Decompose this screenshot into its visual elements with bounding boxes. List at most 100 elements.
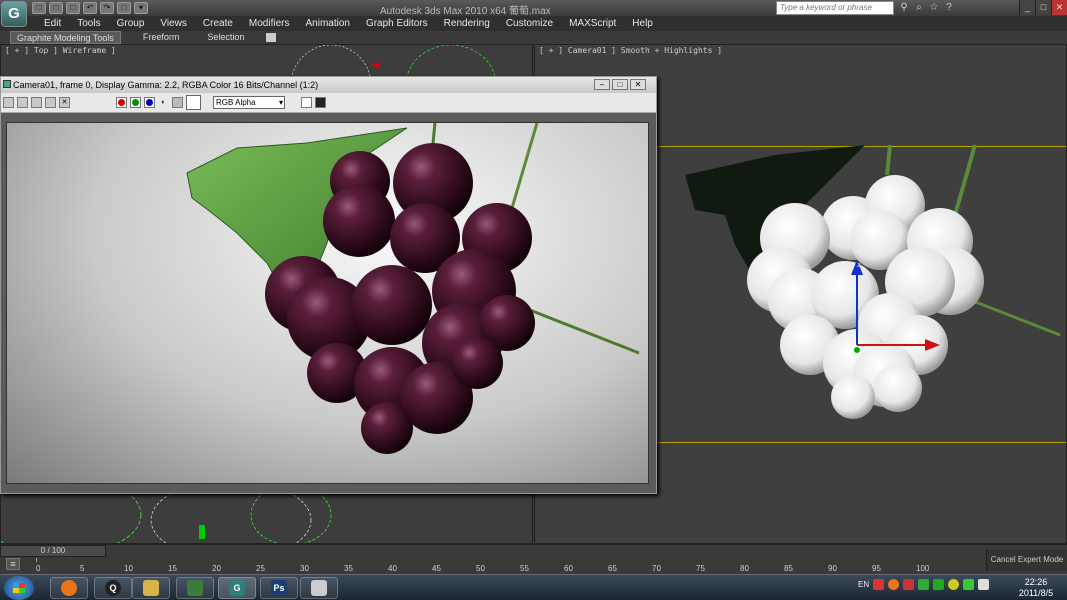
render-window-controls: – □ ✕ (594, 79, 646, 90)
clock-time: 22:26 (1024, 577, 1048, 587)
viewport-bottom-left[interactable] (0, 494, 533, 544)
system-tray: EN (858, 579, 990, 590)
rendered-frame-window[interactable]: Camera01, frame 0, Display Gamma: 2.2, R… (0, 76, 657, 494)
clone-window-icon[interactable] (17, 97, 28, 108)
menu-edit[interactable]: Edit (36, 16, 69, 31)
minimize-button[interactable]: _ (1019, 0, 1035, 15)
project-folder-button[interactable]: □ (117, 2, 131, 14)
menu-customize[interactable]: Customize (498, 16, 561, 31)
folder-icon (143, 580, 159, 596)
timeline-track[interactable]: 0 5 10 15 20 25 30 35 40 45 50 55 60 65 … (36, 558, 982, 574)
favorites-star-icon[interactable]: ☆ (928, 2, 940, 14)
app-title: Autodesk 3ds Max 2010 x64 葡萄.max (380, 6, 551, 17)
tick-label: 55 (520, 564, 529, 573)
language-indicator[interactable]: EN (858, 580, 869, 589)
taskbar-network-app[interactable] (176, 577, 214, 599)
tray-shield-icon[interactable] (918, 579, 930, 590)
taskbar-explorer[interactable] (132, 577, 170, 599)
tick-label: 95 (872, 564, 881, 573)
quick-access-toolbar: □ □ □ ↶ ↷ □ ▾ (32, 2, 148, 14)
taskbar-qq[interactable]: Q (94, 577, 132, 599)
toggle-ui-icon[interactable] (315, 97, 326, 108)
photoshop-icon: Ps (271, 580, 287, 596)
save-image-icon[interactable] (3, 97, 14, 108)
toggle-ui-overlay-icon[interactable] (301, 97, 312, 108)
blue-channel-toggle[interactable] (144, 97, 155, 108)
taskbar-firefox[interactable] (50, 577, 88, 599)
render-window-maximize-button[interactable]: □ (612, 79, 628, 90)
3dsmax-icon: G (229, 580, 245, 596)
tick-label: 85 (784, 564, 793, 573)
render-window-toolbar: ✕ ◐ RGB Alpha (1, 93, 656, 113)
new-file-button[interactable]: □ (32, 2, 46, 14)
viewport-top[interactable]: [ + ] Top ] Wireframe ] (0, 44, 533, 78)
menu-animation[interactable]: Animation (297, 16, 357, 31)
color-swatch[interactable] (186, 95, 201, 110)
undo-button[interactable]: ↶ (83, 2, 97, 14)
tick-label: 100 (916, 564, 930, 573)
red-channel-toggle[interactable] (116, 97, 127, 108)
axis-label-z: z (857, 262, 861, 269)
monochrome-toggle[interactable] (172, 97, 183, 108)
tray-network-icon[interactable] (933, 579, 945, 590)
ribbon-toggle-button[interactable] (266, 33, 277, 42)
render-window-close-button[interactable]: ✕ (630, 79, 646, 90)
tick-label: 20 (212, 564, 221, 573)
compare-icon[interactable] (31, 97, 42, 108)
taskbar-clock[interactable]: 22:26 2011/8/5 (1008, 577, 1064, 599)
timeline: 0 / 100 ≡ 0 5 10 15 20 25 30 35 40 45 50… (0, 544, 1067, 574)
tab-graphite-modeling-tools[interactable]: Graphite Modeling Tools (10, 31, 121, 44)
tick-label: 65 (608, 564, 617, 573)
menu-group[interactable]: Group (109, 16, 153, 31)
start-button[interactable] (4, 576, 34, 600)
clear-icon[interactable]: ✕ (59, 97, 70, 108)
menu-tools[interactable]: Tools (69, 16, 108, 31)
menu-help[interactable]: Help (624, 16, 661, 31)
search-icon[interactable]: ⌕ (913, 2, 925, 14)
menu-views[interactable]: Views (152, 16, 195, 31)
binoculars-icon[interactable]: ⚲ (898, 2, 910, 14)
tick-label: 5 (80, 564, 85, 573)
time-slider[interactable]: 0 / 100 (0, 545, 106, 557)
display-channel-select[interactable]: RGB Alpha (213, 96, 285, 109)
taskbar-photoshop[interactable]: Ps (260, 577, 298, 599)
save-file-button[interactable]: □ (66, 2, 80, 14)
render-window-titlebar[interactable]: Camera01, frame 0, Display Gamma: 2.2, R… (1, 77, 656, 93)
ribbon-tabs: Graphite Modeling Tools Freeform Selecti… (0, 31, 1067, 44)
menu-graph-editors[interactable]: Graph Editors (358, 16, 436, 31)
network-icon (187, 580, 203, 596)
render-window-minimize-button[interactable]: – (594, 79, 610, 90)
tray-security-icon[interactable] (903, 579, 915, 590)
tab-freeform[interactable]: Freeform (137, 31, 186, 44)
menu-create[interactable]: Create (195, 16, 241, 31)
alpha-channel-toggle[interactable]: ◐ (158, 97, 169, 108)
help-icon[interactable]: ? (943, 2, 955, 14)
tray-update-icon[interactable] (963, 579, 975, 590)
tick-label: 70 (652, 564, 661, 573)
taskbar-3dsmax[interactable]: G (218, 577, 256, 599)
track-view-icon[interactable]: ≡ (6, 558, 20, 570)
tick-label: 0 (36, 564, 41, 573)
tray-firefox-icon[interactable] (888, 579, 900, 590)
info-center-icons: ⚲ ⌕ ☆ ? (898, 2, 955, 14)
search-input[interactable]: Type a keyword or phrase (776, 1, 894, 15)
tray-status-icon[interactable] (948, 579, 960, 590)
tick-label: 15 (168, 564, 177, 573)
volume-icon[interactable] (978, 579, 990, 590)
open-file-button[interactable]: □ (49, 2, 63, 14)
menu-modifiers[interactable]: Modifiers (241, 16, 298, 31)
windows-taskbar: Q G Ps EN 22:26 2011/8/5 (0, 574, 1067, 600)
green-channel-toggle[interactable] (130, 97, 141, 108)
quick-access-dropdown[interactable]: ▾ (134, 2, 148, 14)
print-icon[interactable] (45, 97, 56, 108)
application-button[interactable]: G (1, 1, 27, 27)
menu-maxscript[interactable]: MAXScript (561, 16, 624, 31)
cancel-expert-mode-button[interactable]: Cancel Expert Mode (986, 549, 1067, 571)
maximize-button[interactable]: □ (1035, 0, 1051, 15)
redo-button[interactable]: ↷ (100, 2, 114, 14)
tray-app-icon[interactable] (873, 579, 885, 590)
tab-selection[interactable]: Selection (201, 31, 250, 44)
close-button[interactable]: ✕ (1051, 0, 1067, 15)
taskbar-image-viewer[interactable] (300, 577, 338, 599)
menu-rendering[interactable]: Rendering (436, 16, 498, 31)
